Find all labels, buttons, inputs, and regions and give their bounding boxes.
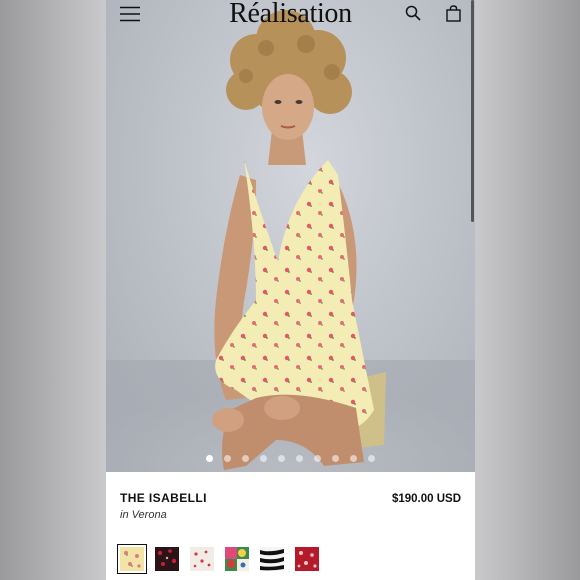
gallery-pagination bbox=[106, 455, 475, 462]
gallery-dot[interactable] bbox=[278, 455, 285, 462]
gallery-dot[interactable] bbox=[206, 455, 213, 462]
swatch-zebra[interactable] bbox=[260, 547, 284, 571]
search-icon[interactable] bbox=[405, 5, 421, 21]
swatch-red-floral[interactable] bbox=[295, 547, 319, 571]
gallery-dot[interactable] bbox=[296, 455, 303, 462]
gallery-dot[interactable] bbox=[332, 455, 339, 462]
swatch-multicolor-floral[interactable] bbox=[225, 547, 249, 571]
gallery-dot[interactable] bbox=[260, 455, 267, 462]
product-page: Réalisation THE ISABELLI in Verona $190.… bbox=[106, 0, 475, 580]
gallery-dot[interactable] bbox=[224, 455, 231, 462]
color-swatches bbox=[117, 544, 319, 574]
gallery-dot[interactable] bbox=[242, 455, 249, 462]
gallery-dot[interactable] bbox=[350, 455, 357, 462]
gallery-dot[interactable] bbox=[314, 455, 321, 462]
swatch-white-red-floral[interactable] bbox=[190, 547, 214, 571]
product-price: $190.00 USD bbox=[391, 493, 461, 505]
swatch-yellow-floral[interactable] bbox=[117, 544, 147, 574]
product-variant: in Verona bbox=[120, 509, 167, 521]
shopping-bag-icon[interactable] bbox=[446, 5, 461, 22]
gallery-dot[interactable] bbox=[368, 455, 375, 462]
swatch-black-red-floral[interactable] bbox=[155, 547, 179, 571]
scrollbar[interactable] bbox=[471, 0, 474, 222]
product-name: THE ISABELLI bbox=[120, 491, 207, 505]
top-navigation-bar: Réalisation bbox=[106, 0, 475, 30]
product-image[interactable]: Réalisation bbox=[106, 0, 475, 472]
model-photo bbox=[106, 10, 475, 472]
